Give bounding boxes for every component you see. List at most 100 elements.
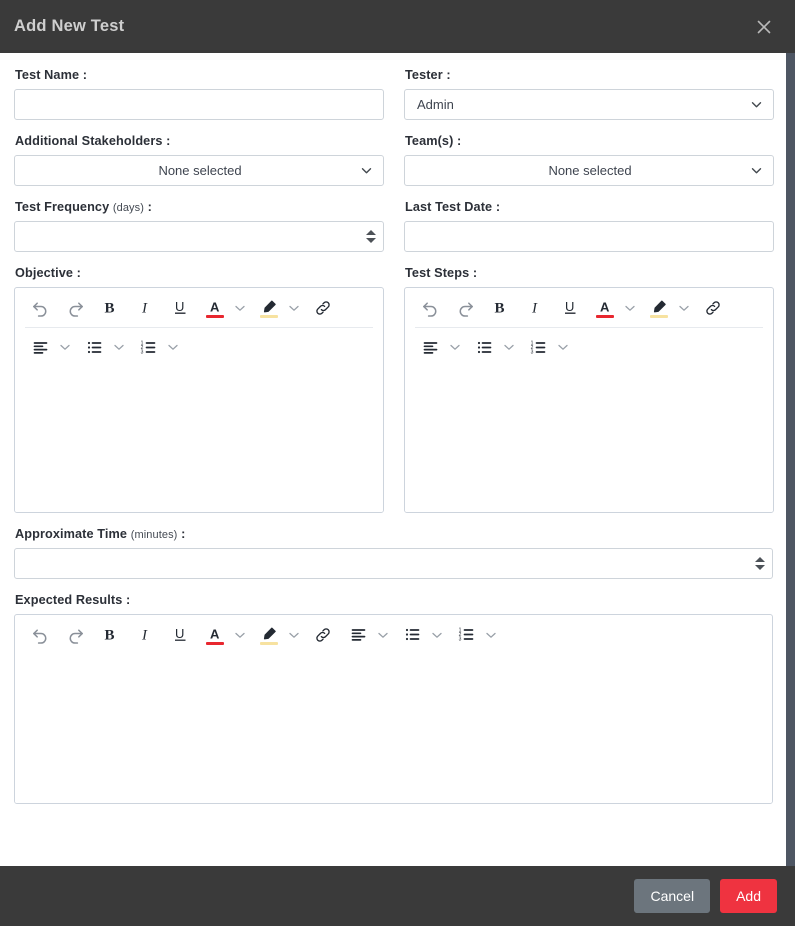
bullet-list-icon[interactable] [81, 334, 107, 360]
test-steps-text-area[interactable] [405, 366, 773, 512]
label-colon: : [126, 593, 131, 607]
form-row-1: Test Name : Tester : Admin [14, 68, 774, 134]
svg-text:I: I [141, 301, 148, 317]
bold-icon[interactable]: B [97, 622, 123, 648]
bullet-list-icon[interactable] [399, 622, 425, 648]
underline-icon[interactable]: U [557, 295, 583, 321]
last-test-date-input[interactable] [404, 221, 774, 252]
font-color-swatch [596, 314, 614, 318]
highlight-swatch [650, 314, 668, 318]
chevron-down-icon [749, 164, 763, 178]
redo-icon[interactable] [62, 622, 88, 648]
label-text: Objective [15, 266, 74, 280]
italic-icon[interactable]: I [132, 622, 158, 648]
spinner-down-arrow[interactable] [365, 238, 376, 243]
label-colon: : [495, 200, 501, 214]
field-teams: Team(s) : None selected [404, 134, 774, 186]
font-color-icon[interactable]: A [592, 295, 618, 321]
link-icon[interactable] [310, 295, 336, 321]
chevron-down-icon[interactable] [554, 335, 572, 359]
bold-icon[interactable]: B [487, 295, 513, 321]
bold-icon[interactable]: B [97, 295, 123, 321]
align-left-icon[interactable] [27, 334, 53, 360]
highlight-icon[interactable] [646, 295, 672, 321]
tester-select[interactable]: Admin [404, 89, 774, 120]
test-steps-editor: B I U A 1 2 3 [404, 287, 774, 513]
svg-text:U: U [175, 626, 184, 641]
chevron-down-icon[interactable] [285, 623, 303, 647]
italic-icon[interactable]: I [522, 295, 548, 321]
additional-stakeholders-selected-value: None selected [158, 163, 242, 178]
spinner-up-arrow[interactable] [365, 230, 376, 235]
redo-icon[interactable] [62, 295, 88, 321]
label-test-frequency: Test Frequency (days) : [15, 200, 384, 214]
chevron-down-icon[interactable] [374, 623, 392, 647]
chevron-down-icon[interactable] [428, 623, 446, 647]
objective-text-area[interactable] [15, 366, 383, 512]
link-icon[interactable] [700, 295, 726, 321]
chevron-down-icon[interactable] [675, 296, 693, 320]
font-color-swatch [206, 314, 224, 318]
approximate-time-wrapper [14, 548, 773, 579]
teams-select[interactable]: None selected [404, 155, 774, 186]
chevron-down-icon[interactable] [110, 335, 128, 359]
chevron-down-icon[interactable] [285, 296, 303, 320]
label-text: Expected Results [15, 593, 123, 607]
chevron-down-icon[interactable] [500, 335, 518, 359]
modal-scrollbar[interactable] [786, 53, 795, 866]
chevron-down-icon[interactable] [231, 296, 249, 320]
link-icon[interactable] [310, 622, 336, 648]
svg-text:3: 3 [458, 637, 461, 643]
test-name-input[interactable] [14, 89, 384, 120]
numbered-list-icon[interactable]: 1 2 3 [453, 622, 479, 648]
bullet-list-icon[interactable] [471, 334, 497, 360]
spinner-down-arrow[interactable] [754, 565, 765, 570]
highlight-icon[interactable] [256, 295, 282, 321]
close-icon[interactable] [751, 14, 777, 40]
label-text: Team(s) [405, 134, 454, 148]
chevron-down-icon[interactable] [231, 623, 249, 647]
underline-icon[interactable]: U [167, 622, 193, 648]
additional-stakeholders-select[interactable]: None selected [14, 155, 384, 186]
test-frequency-input[interactable] [14, 221, 384, 252]
chevron-down-icon[interactable] [446, 335, 464, 359]
align-left-icon[interactable] [417, 334, 443, 360]
font-color-icon[interactable]: A [202, 622, 228, 648]
test-frequency-wrapper [14, 221, 384, 252]
svg-text:3: 3 [530, 349, 533, 355]
field-approximate-time: Approximate Time (minutes) : [14, 527, 773, 579]
chevron-down-icon[interactable] [56, 335, 74, 359]
redo-icon[interactable] [452, 295, 478, 321]
undo-icon[interactable] [27, 295, 53, 321]
number-spinner-icon[interactable] [364, 227, 377, 247]
chevron-down-icon[interactable] [164, 335, 182, 359]
chevron-down-icon[interactable] [482, 623, 500, 647]
approximate-time-input[interactable] [14, 548, 773, 579]
font-color-icon[interactable]: A [202, 295, 228, 321]
chevron-down-icon[interactable] [621, 296, 639, 320]
spinner-up-arrow[interactable] [754, 557, 765, 562]
italic-icon[interactable]: I [132, 295, 158, 321]
chevron-down-icon [359, 164, 373, 178]
numbered-list-icon[interactable]: 1 2 3 [135, 334, 161, 360]
field-tester: Tester : Admin [404, 68, 774, 120]
underline-icon[interactable]: U [167, 295, 193, 321]
cancel-button[interactable]: Cancel [634, 879, 711, 913]
number-spinner-icon[interactable] [753, 554, 766, 574]
label-expected-results: Expected Results : [15, 593, 773, 607]
expected-results-toolbar: B I U A 1 2 3 [15, 615, 772, 654]
numbered-list-icon[interactable]: 1 2 3 [525, 334, 551, 360]
undo-icon[interactable] [417, 295, 443, 321]
highlight-swatch [260, 641, 278, 645]
scrollbar-thumb[interactable] [786, 53, 795, 866]
add-new-test-modal: Add New Test Test Name : Tester: Admin … [0, 0, 795, 926]
undo-icon[interactable] [27, 622, 53, 648]
font-color-swatch [206, 641, 224, 645]
highlight-icon[interactable] [256, 622, 282, 648]
align-left-icon[interactable] [345, 622, 371, 648]
modal-header: Add New Test [0, 0, 795, 53]
expected-results-text-area[interactable] [15, 654, 772, 803]
tester-selected-value: Admin [417, 97, 454, 112]
add-button[interactable]: Add [720, 879, 777, 913]
highlight-swatch [260, 314, 278, 318]
